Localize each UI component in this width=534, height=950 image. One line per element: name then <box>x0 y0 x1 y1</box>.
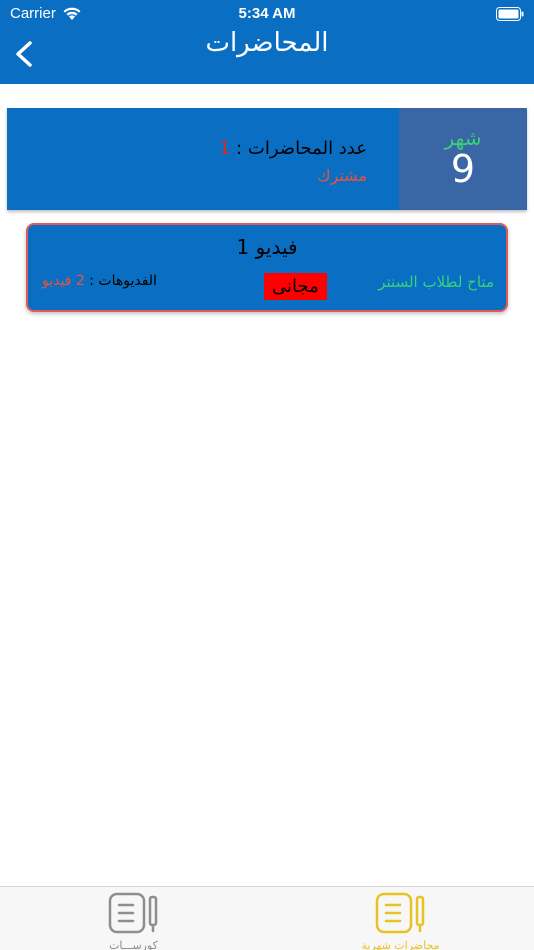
status-bar: Carrier 5:34 AM <box>0 0 534 28</box>
lectures-count-line: عدد المحاضرات : 1 <box>219 138 367 159</box>
month-card: شهر 9 عدد المحاضرات : 1 مشترك <box>7 108 527 210</box>
page-title: المحاضرات <box>205 28 329 58</box>
lectures-label: عدد المحاضرات : <box>236 138 367 159</box>
tab-courses[interactable]: كورســـات <box>0 887 267 950</box>
top-bar: Carrier 5:34 AM المحاضرات <box>0 0 534 84</box>
video-card[interactable]: فيديو 1 متاح لطلاب السنتر مجانى الفديوها… <box>26 223 508 312</box>
free-badge: مجانى <box>264 273 327 300</box>
tab-bar: كورســـات محاضرات شهرية <box>0 886 534 950</box>
clock: 5:34 AM <box>238 5 296 22</box>
availability-text: متاح لطلاب السنتر <box>378 273 494 291</box>
tab-monthly-lectures-label: محاضرات شهرية <box>361 939 440 950</box>
tab-courses-label: كورســـات <box>109 939 158 950</box>
videos-count: 2 فيديو <box>42 273 85 289</box>
notebook-pencil-icon <box>375 892 424 934</box>
subscription-status: مشترك <box>317 166 367 185</box>
battery-icon <box>496 7 524 21</box>
notebook-pencil-icon <box>108 892 157 934</box>
videos-count-line: الفديوهات : 2 فيديو <box>42 273 157 289</box>
lectures-count: 1 <box>218 138 231 159</box>
tab-monthly-lectures[interactable]: محاضرات شهرية <box>267 887 534 950</box>
videos-label: الفديوهات : <box>89 273 157 289</box>
video-title: فيديو 1 <box>236 235 298 259</box>
month-box: شهر 9 <box>399 108 527 210</box>
month-number: 9 <box>450 147 476 191</box>
screen: Carrier 5:34 AM المحاضرات شهر 9 عدد المح… <box>0 0 534 950</box>
